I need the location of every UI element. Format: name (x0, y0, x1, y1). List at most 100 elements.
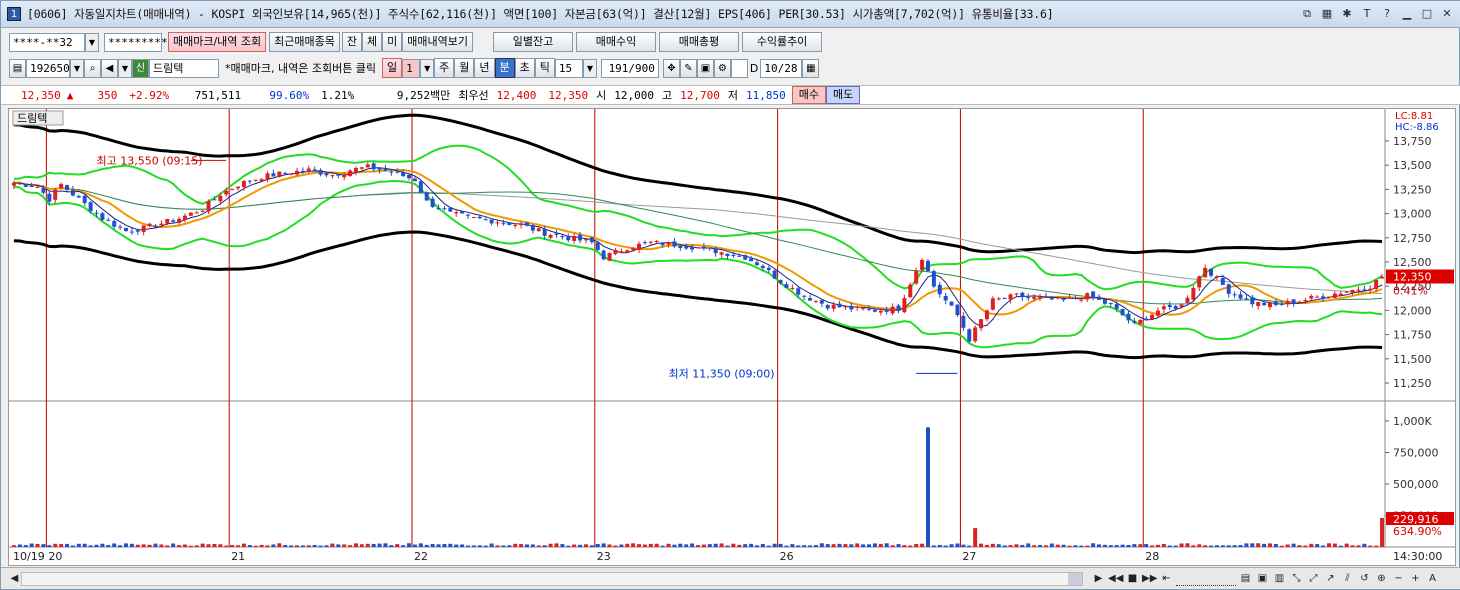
interval-dropdown-icon[interactable]: ▼ (582, 58, 597, 78)
sell-button[interactable]: 매도 (826, 86, 861, 104)
period-month-button[interactable]: 월 (454, 58, 475, 78)
recent-trades-button[interactable]: 최근매매종목 (269, 32, 340, 52)
unfilled-button[interactable]: 미 (382, 32, 403, 52)
volume-bar (424, 544, 429, 547)
trade-profit-button[interactable]: 매매수익 (576, 32, 657, 52)
zoom-icon[interactable]: ⊕ (1374, 571, 1389, 586)
d-checkbox[interactable] (730, 58, 748, 78)
search-icon[interactable]: ⌕ (84, 58, 101, 78)
candle-body (29, 185, 34, 188)
speaker-icon[interactable]: ◀ (101, 58, 118, 78)
mark-query-button[interactable]: 매매마크/내역 조회 (168, 32, 267, 52)
maximize-icon[interactable]: □ (1419, 6, 1435, 22)
candle-body (837, 303, 842, 308)
zoom-in-icon[interactable]: + (1408, 571, 1423, 586)
calendar-icon[interactable]: ▦ (802, 58, 820, 78)
chart-area[interactable]: 13,750 13,500 13,250 13,000 12,750 12,500 12,2… (8, 108, 1456, 566)
speaker-dropdown-icon[interactable]: ▼ (118, 58, 132, 78)
trend-icon[interactable]: ↗ (1323, 571, 1338, 586)
period-year-button[interactable]: 년 (474, 58, 495, 78)
time-label: 14:30:00 (1393, 550, 1442, 563)
font-icon[interactable]: A (1425, 571, 1440, 586)
tools-icon[interactable]: ✥ (662, 58, 680, 78)
period-tick-button[interactable]: 틱 (534, 58, 555, 78)
period-minute-button[interactable]: 분 (494, 58, 515, 78)
play-button[interactable]: ▶ (1091, 571, 1106, 586)
pattern-icon[interactable]: ⤡ (1289, 571, 1304, 586)
buy-button[interactable]: 매수 (791, 86, 826, 104)
period-number-field[interactable]: 1 (402, 58, 421, 78)
candle-body (1132, 320, 1137, 323)
text-icon[interactable]: T (1359, 6, 1375, 22)
candle-body (637, 243, 642, 250)
help-icon[interactable]: ? (1379, 6, 1395, 22)
candle-body (1203, 267, 1208, 278)
trade-review-button[interactable]: 매매총평 (659, 32, 740, 52)
candle-body (519, 224, 524, 226)
stop-button[interactable]: ■ (1125, 571, 1140, 586)
price-volume-chart[interactable]: 13,75013,50013,25013,00012,75012,50012,2… (9, 109, 1455, 565)
layout-icon[interactable]: ▤ (1238, 571, 1253, 586)
price-tick-label: 11,750 (1393, 329, 1432, 342)
scroll-track[interactable] (21, 572, 1083, 586)
zoom-out-icon[interactable]: − (1391, 571, 1406, 586)
range-icon[interactable]: ⇤ (1159, 571, 1174, 586)
volume-bar (277, 543, 282, 547)
account-dropdown-icon[interactable]: ▼ (85, 32, 99, 52)
interval-field[interactable]: 15 (554, 58, 583, 78)
candle-body (41, 187, 46, 193)
candle-body (990, 298, 995, 310)
period-second-button[interactable]: 초 (514, 58, 535, 78)
settings-icon[interactable]: ✱ (1339, 6, 1355, 22)
candle-body (241, 181, 246, 188)
bar-count-field[interactable]: 191/900 (600, 58, 659, 78)
filled-button[interactable]: 체 (362, 32, 383, 52)
return-trend-button[interactable]: 수익률추이 (742, 32, 823, 52)
save-icon[interactable]: ▣ (696, 58, 714, 78)
close-icon[interactable]: ✕ (1439, 6, 1455, 22)
volume-bar (94, 544, 99, 547)
password-field[interactable]: ********* (104, 32, 168, 52)
candle-body (937, 284, 942, 295)
volume-bar (495, 545, 500, 547)
account-field[interactable]: ****-**32 (9, 32, 85, 52)
volume-bar (159, 544, 164, 547)
print-icon[interactable]: ▥ (1272, 571, 1287, 586)
candle-body (47, 193, 52, 202)
balance-button[interactable]: 잔 (341, 32, 363, 52)
trade-history-button[interactable]: 매매내역보기 (402, 32, 474, 52)
period-dropdown-icon[interactable]: ▼ (420, 58, 435, 78)
volume-bar (1144, 544, 1149, 547)
candle-body (188, 212, 193, 216)
daily-balance-button[interactable]: 일별잔고 (493, 32, 574, 52)
date-label: 23 (597, 550, 611, 563)
period-day-button[interactable]: 일 (382, 58, 403, 78)
volume-bar (1126, 544, 1131, 547)
scroll-thumb[interactable] (1068, 573, 1082, 585)
gear-icon[interactable]: ⚙ (713, 58, 731, 78)
stock-list-icon[interactable]: ▤ (9, 58, 26, 78)
candle-body (159, 223, 164, 226)
link-icon[interactable]: ⧉ (1299, 6, 1315, 22)
candle-body (336, 174, 341, 176)
candle-body (17, 183, 22, 185)
zoom-slider[interactable] (1176, 571, 1236, 586)
reset-icon[interactable]: ↺ (1357, 571, 1372, 586)
period-week-button[interactable]: 주 (434, 58, 455, 78)
draw-icon[interactable]: ✎ (679, 58, 697, 78)
split-icon[interactable]: ⫽ (1340, 571, 1355, 586)
compare-icon[interactable]: ⤢ (1306, 571, 1321, 586)
save-chart-icon[interactable]: ▣ (1255, 571, 1270, 586)
grid-icon[interactable]: ▦ (1319, 6, 1335, 22)
code-dropdown-icon[interactable]: ▼ (70, 58, 84, 78)
forward-button[interactable]: ▶▶ (1142, 571, 1157, 586)
rewind-button[interactable]: ◀◀ (1108, 571, 1123, 586)
scroll-left-icon[interactable]: ◀ (7, 571, 22, 586)
date-field[interactable]: 10/28 (760, 58, 803, 78)
volume-bar (648, 543, 653, 547)
candle-body (684, 246, 689, 249)
stock-code-field[interactable]: 192650 (26, 58, 70, 78)
volume-bar (35, 543, 40, 547)
candle-body (872, 309, 877, 312)
minimize-icon[interactable]: ▁ (1399, 6, 1415, 22)
